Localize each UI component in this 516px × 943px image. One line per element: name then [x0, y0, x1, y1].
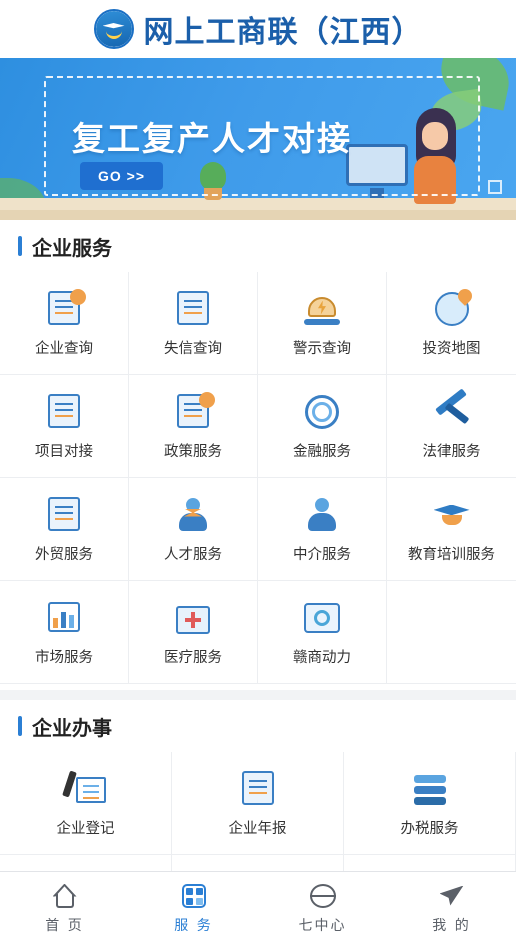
content-scroll-area[interactable]: 企业服务 企业查询 失信查询 警示查询 投资地图 项目对接 政策服务 金融服务 …	[0, 220, 516, 871]
service-item-label: 教育培训服务	[408, 546, 495, 563]
tab-seven-centers[interactable]: 七中心	[258, 872, 387, 943]
service-item-label: 赣商动力	[293, 649, 351, 666]
home-icon	[50, 881, 80, 911]
affairs-next-row-peek	[0, 855, 516, 871]
dishonesty-record-icon	[171, 289, 215, 329]
policy-certificate-icon	[171, 391, 215, 432]
service-item-project-matching[interactable]: 项目对接	[0, 375, 129, 478]
banner-square-decoration	[488, 180, 502, 194]
section-title: 企业服务	[32, 235, 112, 260]
service-item-education-training[interactable]: 教育培训服务	[387, 478, 516, 581]
service-item-gan-merchant-power[interactable]: 赣商动力	[258, 581, 387, 684]
chamber-logo-icon	[93, 9, 134, 49]
banner-headline: 复工复产人才对接	[72, 119, 352, 158]
annual-report-icon	[236, 769, 280, 809]
talent-person-icon	[171, 495, 215, 535]
banner-go-button[interactable]: GO >>	[80, 162, 164, 190]
section-header: 企业服务	[0, 220, 516, 272]
section-header: 企业办事	[0, 700, 516, 752]
services-grid-icon	[179, 881, 209, 911]
affairs-item-enterprise-registration[interactable]: 企业登记	[0, 752, 172, 855]
service-item-label: 金融服务	[293, 443, 351, 460]
service-item-label: 政策服务	[164, 443, 222, 460]
tab-label: 七中心	[298, 917, 347, 934]
service-grid: 企业查询 失信查询 警示查询 投资地图 项目对接 政策服务 金融服务 法律服务 …	[0, 272, 516, 684]
document-search-icon	[42, 288, 86, 329]
page-title: 网上工商联（江西）	[143, 15, 423, 50]
gan-merchant-icon	[300, 598, 344, 638]
service-item-label: 医疗服务	[164, 649, 222, 666]
affairs-item-partial[interactable]	[172, 855, 344, 871]
tab-label: 我 的	[432, 917, 471, 934]
globe-pin-icon	[430, 285, 475, 329]
service-item-label: 警示查询	[293, 340, 351, 357]
app-header: 网上工商联（江西）	[0, 0, 516, 58]
service-item-label: 失信查询	[164, 340, 222, 357]
service-item-warning-query[interactable]: 警示查询	[258, 272, 387, 375]
banner-ground-shadow	[0, 210, 516, 220]
finance-coin-icon	[300, 392, 344, 432]
profile-plane-icon	[437, 881, 467, 911]
service-item-investment-map[interactable]: 投资地图	[387, 272, 516, 375]
tab-label: 首 页	[45, 917, 84, 934]
service-item-dishonesty-query[interactable]: 失信查询	[129, 272, 258, 375]
service-item-placeholder	[387, 581, 516, 684]
promo-banner[interactable]: 复工复产人才对接 GO >>	[0, 58, 516, 220]
seven-center-icon	[308, 881, 338, 911]
service-item-label: 市场服务	[35, 649, 93, 666]
section-accent-bar	[18, 716, 22, 736]
graduation-cap-icon	[430, 495, 474, 535]
service-item-medical-services[interactable]: 医疗服务	[129, 581, 258, 684]
tab-services[interactable]: 服 务	[129, 872, 258, 943]
service-item-agency-services[interactable]: 中介服务	[258, 478, 387, 581]
section-accent-bar	[18, 236, 22, 256]
section-enterprise-affairs: 企业办事 企业登记 企业年报 办税服务	[0, 700, 516, 871]
service-item-label: 外贸服务	[35, 546, 93, 563]
affairs-item-label: 企业登记	[56, 820, 115, 837]
section-enterprise-services: 企业服务 企业查询 失信查询 警示查询 投资地图 项目对接 政策服务 金融服务 …	[0, 220, 516, 690]
affairs-item-annual-report[interactable]: 企业年报	[172, 752, 344, 855]
warning-lamp-icon	[300, 289, 344, 329]
affairs-item-partial[interactable]	[344, 855, 516, 871]
service-item-label: 中介服务	[293, 546, 351, 563]
service-item-talent-services[interactable]: 人才服务	[129, 478, 258, 581]
service-item-legal-services[interactable]: 法律服务	[387, 375, 516, 478]
hospital-icon	[171, 598, 215, 638]
service-item-finance-services[interactable]: 金融服务	[258, 375, 387, 478]
service-item-label: 项目对接	[35, 443, 93, 460]
bottom-tab-bar: 首 页 服 务 七中心 我 的	[0, 871, 516, 943]
service-item-label: 投资地图	[422, 340, 481, 357]
affairs-item-label: 办税服务	[400, 820, 459, 837]
tax-layers-icon	[408, 769, 452, 809]
app-root: 网上工商联（江西） 复工复产人才对接 GO >> 企业服务 企业查询 失信查询 …	[0, 0, 516, 943]
service-item-policy-services[interactable]: 政策服务	[129, 375, 258, 478]
tab-home[interactable]: 首 页	[0, 872, 129, 943]
service-item-enterprise-query[interactable]: 企业查询	[0, 272, 129, 375]
affairs-grid: 企业登记 企业年报 办税服务	[0, 752, 516, 855]
service-item-market-services[interactable]: 市场服务	[0, 581, 129, 684]
affairs-item-tax-services[interactable]: 办税服务	[344, 752, 516, 855]
affairs-item-label: 企业年报	[228, 820, 287, 837]
service-item-foreign-trade[interactable]: 外贸服务	[0, 478, 129, 581]
affairs-item-partial[interactable]	[0, 855, 172, 871]
project-card-icon	[42, 392, 86, 432]
gavel-icon	[430, 387, 474, 432]
tab-profile[interactable]: 我 的	[387, 872, 516, 943]
agency-person-icon	[300, 495, 344, 535]
trade-exchange-icon	[42, 495, 86, 535]
section-title: 企业办事	[32, 715, 112, 740]
service-item-label: 法律服务	[422, 443, 481, 460]
pen-form-icon	[61, 769, 108, 809]
service-item-label: 企业查询	[35, 340, 93, 357]
tab-label: 服 务	[174, 917, 213, 934]
service-item-label: 人才服务	[164, 546, 222, 563]
market-chart-icon	[42, 598, 86, 638]
